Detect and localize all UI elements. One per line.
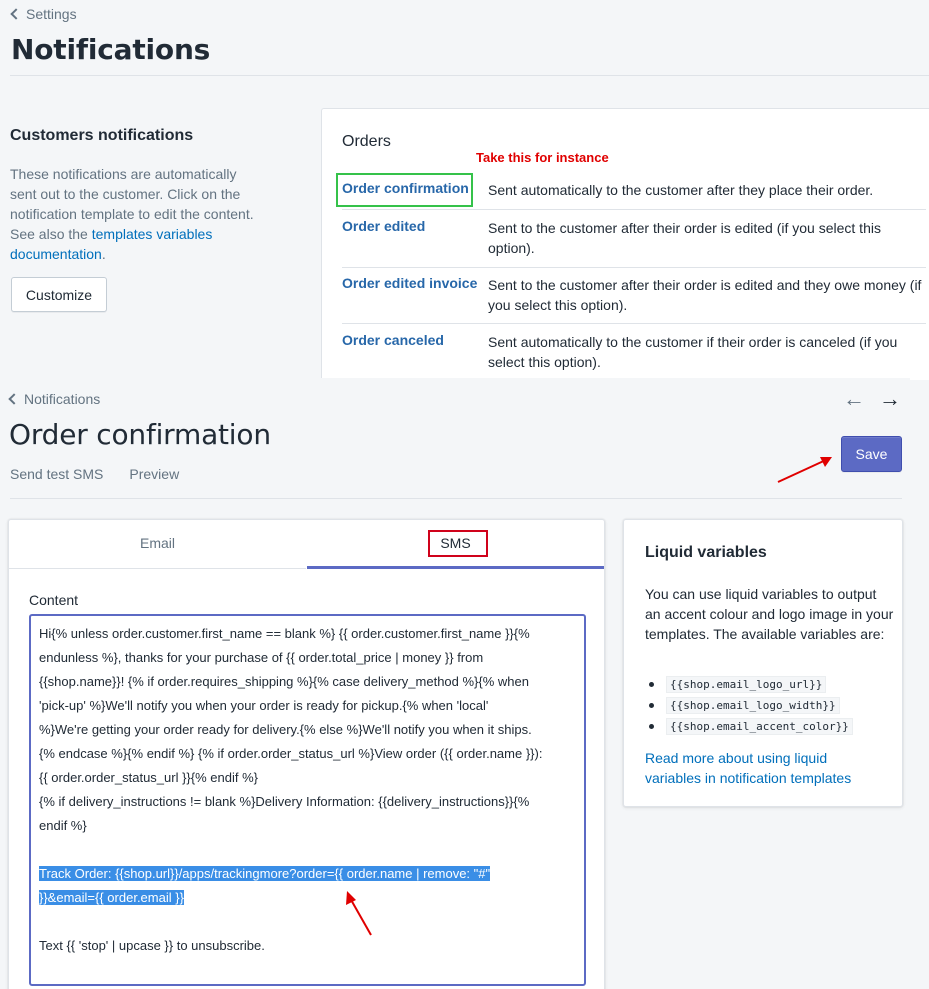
order-canceled-link[interactable]: Order canceled	[342, 332, 444, 348]
pagination-arrows: ← →	[843, 388, 901, 410]
content-line: {{ order.order_status_url }}{% endif %}	[39, 770, 258, 785]
breadcrumb-notifications[interactable]: Notifications	[8, 391, 100, 407]
variable-code: {{shop.email_logo_url}}	[666, 676, 827, 693]
list-item: {{shop.email_logo_width}}	[645, 695, 853, 716]
highlight-box-sms	[428, 530, 488, 557]
annotation-text: Take this for instance	[476, 150, 609, 165]
content-textarea[interactable]: Hi{% unless order.customer.first_name ==…	[29, 614, 586, 986]
preview-button[interactable]: Preview	[129, 466, 179, 482]
content-line: endunless %}, thanks for your purchase o…	[39, 650, 484, 665]
selected-text: }}&email={{ order.email }}	[39, 890, 184, 905]
orders-card: Orders Take this for instance Order conf…	[321, 108, 929, 380]
variable-code: {{shop.email_accent_color}}	[666, 718, 853, 735]
editor-card: Email SMS Content Hi{% unless order.cust…	[8, 519, 605, 989]
chevron-left-icon	[8, 393, 20, 405]
order-edited-invoice-desc: Sent to the customer after their order i…	[488, 277, 922, 313]
divider	[10, 75, 929, 76]
page-title: Order confirmation	[9, 418, 271, 451]
order-edited-link[interactable]: Order edited	[342, 218, 425, 234]
liquid-variables-description: You can use liquid variables to output a…	[645, 586, 894, 642]
breadcrumb-settings[interactable]: Settings	[10, 6, 77, 22]
highlight-box-order-confirmation	[336, 173, 473, 207]
content-line: {% if delivery_instructions != blank %}D…	[39, 794, 530, 809]
liquid-variables-title: Liquid variables	[645, 544, 767, 561]
content-line: 'pick-up' %}We'll notify you when your o…	[39, 698, 489, 713]
content-line: {{shop.name}}! {% if order.requires_ship…	[39, 674, 529, 689]
order-confirmation-desc: Sent automatically to the customer after…	[488, 182, 874, 198]
customize-button[interactable]: Customize	[11, 277, 107, 312]
customers-notifications-title: Customers notifications	[10, 127, 194, 144]
chevron-left-icon	[10, 8, 22, 20]
content-line: Hi{% unless order.customer.first_name ==…	[39, 626, 530, 641]
selected-line: Track Order: {{shop.url}}/apps/trackingm…	[39, 862, 576, 886]
selected-text: Track Order: {{shop.url}}/apps/trackingm…	[39, 866, 491, 881]
bullet-icon	[649, 682, 654, 687]
list-item: {{shop.email_logo_url}}	[645, 674, 853, 695]
notifications-settings-panel: Settings Notifications Customers notific…	[0, 0, 929, 380]
tab-sms[interactable]: SMS	[307, 520, 604, 569]
customers-notifications-description: These notifications are automatically se…	[10, 164, 255, 264]
tab-email[interactable]: Email	[9, 520, 306, 569]
bullet-icon	[649, 703, 654, 708]
liquid-variables-card: Liquid variables You can use liquid vari…	[623, 519, 903, 807]
breadcrumb-label: Settings	[26, 6, 77, 22]
breadcrumb-label: Notifications	[24, 391, 101, 407]
order-confirmation-editor-panel: Notifications ← → Order confirmation Sen…	[0, 378, 910, 989]
content-line: endif %}	[39, 818, 87, 833]
liquid-docs-link[interactable]: Read more about using liquid variables i…	[645, 748, 885, 788]
arrow-left-icon[interactable]: ←	[843, 388, 865, 410]
bullet-icon	[649, 724, 654, 729]
order-row-edited[interactable]: Order edited Sent to the customer after …	[342, 218, 926, 268]
divider	[10, 498, 902, 499]
selected-line: }}&email={{ order.email }}	[39, 886, 576, 910]
content-line: Text {{ 'stop' | upcase }} to unsubscrib…	[39, 938, 265, 953]
arrow-right-icon[interactable]: →	[879, 388, 901, 410]
secondary-actions: Send test SMS Preview	[10, 466, 179, 482]
save-button[interactable]: Save	[841, 436, 902, 472]
list-item: {{shop.email_accent_color}}	[645, 716, 853, 737]
order-edited-invoice-link[interactable]: Order edited invoice	[342, 275, 477, 291]
liquid-variables-list: {{shop.email_logo_url}} {{shop.email_log…	[645, 674, 853, 737]
order-row-canceled[interactable]: Order canceled Sent automatically to the…	[342, 332, 926, 381]
order-canceled-desc: Sent automatically to the customer if th…	[488, 334, 898, 370]
content-line: {% endcase %}{% endif %} {% if order.ord…	[39, 746, 543, 761]
send-test-sms-button[interactable]: Send test SMS	[10, 466, 103, 482]
orders-title: Orders	[342, 133, 391, 150]
description-period: .	[101, 246, 106, 262]
order-row-edited-invoice[interactable]: Order edited invoice Sent to the custome…	[342, 275, 926, 324]
content-line: %}We're getting your order ready for del…	[39, 722, 532, 737]
variable-code: {{shop.email_logo_width}}	[666, 697, 840, 714]
order-edited-desc: Sent to the customer after their order i…	[488, 220, 881, 256]
content-label: Content	[29, 592, 79, 608]
page-title: Notifications	[11, 33, 211, 66]
